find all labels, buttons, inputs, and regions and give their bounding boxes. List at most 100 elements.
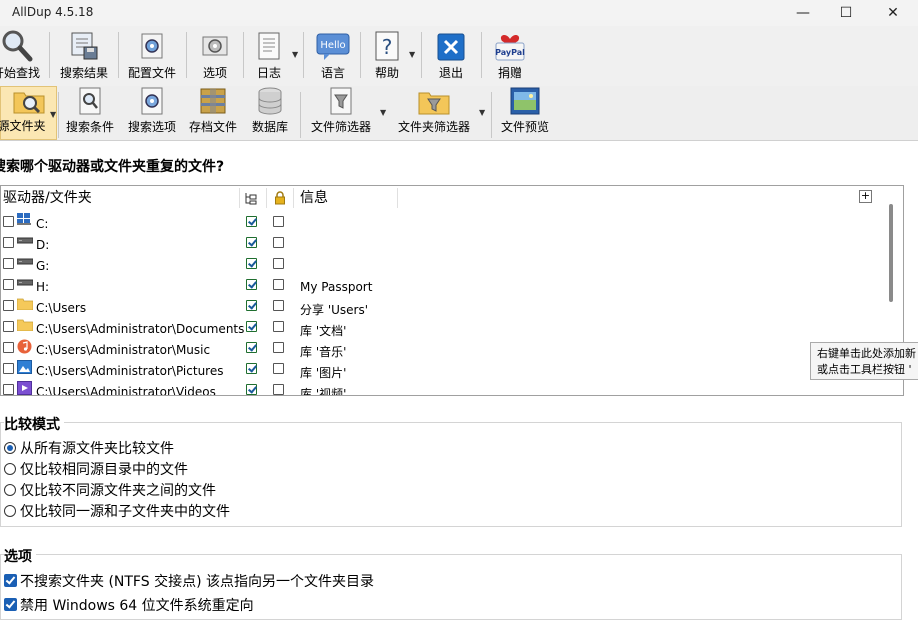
column-separator	[266, 188, 267, 208]
lock-checkbox[interactable]	[273, 258, 284, 269]
exit-button[interactable]: 退出	[432, 26, 470, 86]
file-filter-button[interactable]: 文件筛选器	[304, 86, 378, 140]
folder-row[interactable]: D:	[1, 235, 881, 256]
search-options-icon	[141, 87, 163, 115]
search-options-button[interactable]: 搜索选项	[122, 86, 182, 140]
folder-list-panel[interactable]: 驱动器/文件夹 信息 + C: D: G: H: My Passport C:\Users…	[0, 185, 904, 396]
folder-select-checkbox[interactable]	[3, 216, 14, 227]
toolbar-separator	[118, 32, 119, 78]
subfolders-checkbox[interactable]	[246, 279, 257, 290]
start-search-label: 开始查找	[0, 66, 40, 80]
lock-checkbox[interactable]	[273, 279, 284, 290]
log-button[interactable]: 日志	[249, 26, 289, 86]
folder-icon	[16, 297, 34, 313]
lock-checkbox[interactable]	[273, 384, 284, 395]
start-search-button[interactable]: 开始查找	[0, 26, 46, 86]
folder-row[interactable]: H: My Passport	[1, 277, 881, 298]
folder-select-checkbox[interactable]	[3, 258, 14, 269]
column-header-drive-folder[interactable]: 驱动器/文件夹	[3, 186, 92, 210]
lock-checkbox[interactable]	[273, 216, 284, 227]
subfolders-checkbox[interactable]	[246, 363, 257, 374]
results-icon	[71, 32, 98, 60]
compare-mode-radio-2[interactable]	[4, 463, 16, 475]
lock-checkbox[interactable]	[273, 321, 284, 332]
add-folder-icon[interactable]: +	[859, 190, 872, 203]
log-dropdown-arrow-icon[interactable]: ▼	[292, 50, 298, 59]
lock-checkbox[interactable]	[273, 300, 284, 311]
source-folder-button[interactable]: 源文件夹	[0, 86, 57, 140]
option-label-2[interactable]: 禁用 Windows 64 位文件系统重定向	[20, 595, 254, 615]
folder-filter-label: 文件夹筛选器	[397, 120, 470, 134]
title-bar: AllDup 4.5.18 — ☐ ✕	[0, 0, 918, 26]
archive-button[interactable]: 存档文件	[184, 86, 242, 140]
column-header-info[interactable]: 信息	[300, 186, 328, 210]
folder-row[interactable]: G:	[1, 256, 881, 277]
compare-mode-title: 比较模式	[4, 414, 64, 434]
search-results-button[interactable]: 搜索结果	[53, 26, 115, 86]
compare-mode-radio-4[interactable]	[4, 505, 16, 517]
subfolders-column-icon[interactable]	[245, 192, 257, 205]
magnifier-icon	[2, 30, 33, 62]
folder-select-checkbox[interactable]	[3, 237, 14, 248]
donate-button[interactable]: PayPal 捐赠	[490, 26, 530, 86]
folder-select-checkbox[interactable]	[3, 384, 14, 395]
folder-row[interactable]: C:	[1, 213, 881, 235]
toolbar-separator	[421, 32, 422, 78]
vertical-scrollbar[interactable]	[889, 204, 893, 302]
lock-checkbox[interactable]	[273, 363, 284, 374]
help-button[interactable]: ? 帮助	[368, 26, 406, 86]
subfolders-checkbox[interactable]	[246, 342, 257, 353]
profile-button[interactable]: 配置文件	[121, 26, 183, 86]
folder-row[interactable]: C:\Users\Administrator\Pictures 库 '图片'	[1, 360, 881, 382]
compare-mode-option-4[interactable]: 仅比较同一源和子文件夹中的文件	[20, 501, 230, 521]
file-preview-button[interactable]: 文件预览	[496, 86, 554, 140]
language-button[interactable]: Hello 语言	[312, 26, 354, 86]
lock-column-icon[interactable]	[274, 191, 286, 205]
option-checkbox-1[interactable]	[4, 574, 17, 587]
subfolders-checkbox[interactable]	[246, 384, 257, 395]
log-label: 日志	[256, 66, 281, 80]
subfolders-checkbox[interactable]	[246, 258, 257, 269]
lock-checkbox[interactable]	[273, 342, 284, 353]
options-button[interactable]: 选项	[190, 26, 240, 86]
folder-select-checkbox[interactable]	[3, 321, 14, 332]
folder-row[interactable]: C:\Users 分享 'Users'	[1, 298, 881, 319]
folder-filter-button[interactable]: 文件夹筛选器	[392, 86, 476, 140]
folder-info: 库 '视频'	[300, 387, 347, 396]
folder-row[interactable]: C:\Users\Administrator\Music 库 '音乐'	[1, 339, 881, 361]
database-button[interactable]: 数据库	[244, 86, 296, 140]
folder-row[interactable]: C:\Users\Administrator\Videos 库 '视频'	[1, 381, 881, 396]
compare-mode-option-2[interactable]: 仅比较相同源目录中的文件	[20, 459, 188, 479]
search-criteria-button[interactable]: 搜索条件	[60, 86, 120, 140]
close-button[interactable]: ✕	[870, 0, 916, 26]
maximize-button[interactable]: ☐	[823, 0, 869, 26]
folder-filter-dropdown-arrow-icon[interactable]: ▼	[479, 108, 485, 117]
compare-mode-option-3[interactable]: 仅比较不同源文件夹之间的文件	[20, 480, 216, 500]
compare-mode-radio-3[interactable]	[4, 484, 16, 496]
minimize-button[interactable]: —	[780, 0, 826, 26]
folder-select-checkbox[interactable]	[3, 363, 14, 374]
option-checkbox-2[interactable]	[4, 598, 17, 611]
toolbar-separator	[300, 92, 301, 138]
subfolders-checkbox[interactable]	[246, 300, 257, 311]
folder-select-checkbox[interactable]	[3, 300, 14, 311]
compare-mode-radio-1[interactable]	[4, 442, 16, 454]
help-icon: ?	[375, 31, 399, 61]
lock-checkbox[interactable]	[273, 237, 284, 248]
source-folder-dropdown-arrow-icon[interactable]: ▼	[50, 110, 56, 119]
option-label-1[interactable]: 不搜索文件夹 (NTFS 交接点) 该点指向另一个文件夹目录	[20, 571, 374, 591]
folder-select-checkbox[interactable]	[3, 279, 14, 290]
subfolders-checkbox[interactable]	[246, 216, 257, 227]
folder-row[interactable]: C:\Users\Administrator\Documents 库 '文档'	[1, 319, 881, 340]
windows-drive-icon	[17, 213, 31, 228]
search-criteria-label: 搜索条件	[65, 120, 114, 134]
subfolders-checkbox[interactable]	[246, 237, 257, 248]
database-label: 数据库	[251, 120, 288, 134]
folder-select-checkbox[interactable]	[3, 342, 14, 353]
subfolders-checkbox[interactable]	[246, 321, 257, 332]
file-filter-dropdown-arrow-icon[interactable]: ▼	[380, 108, 386, 117]
help-dropdown-arrow-icon[interactable]: ▼	[409, 50, 415, 59]
drive-icon	[16, 276, 34, 290]
options-title: 选项	[4, 546, 36, 566]
compare-mode-option-1[interactable]: 从所有源文件夹比较文件	[20, 438, 174, 458]
